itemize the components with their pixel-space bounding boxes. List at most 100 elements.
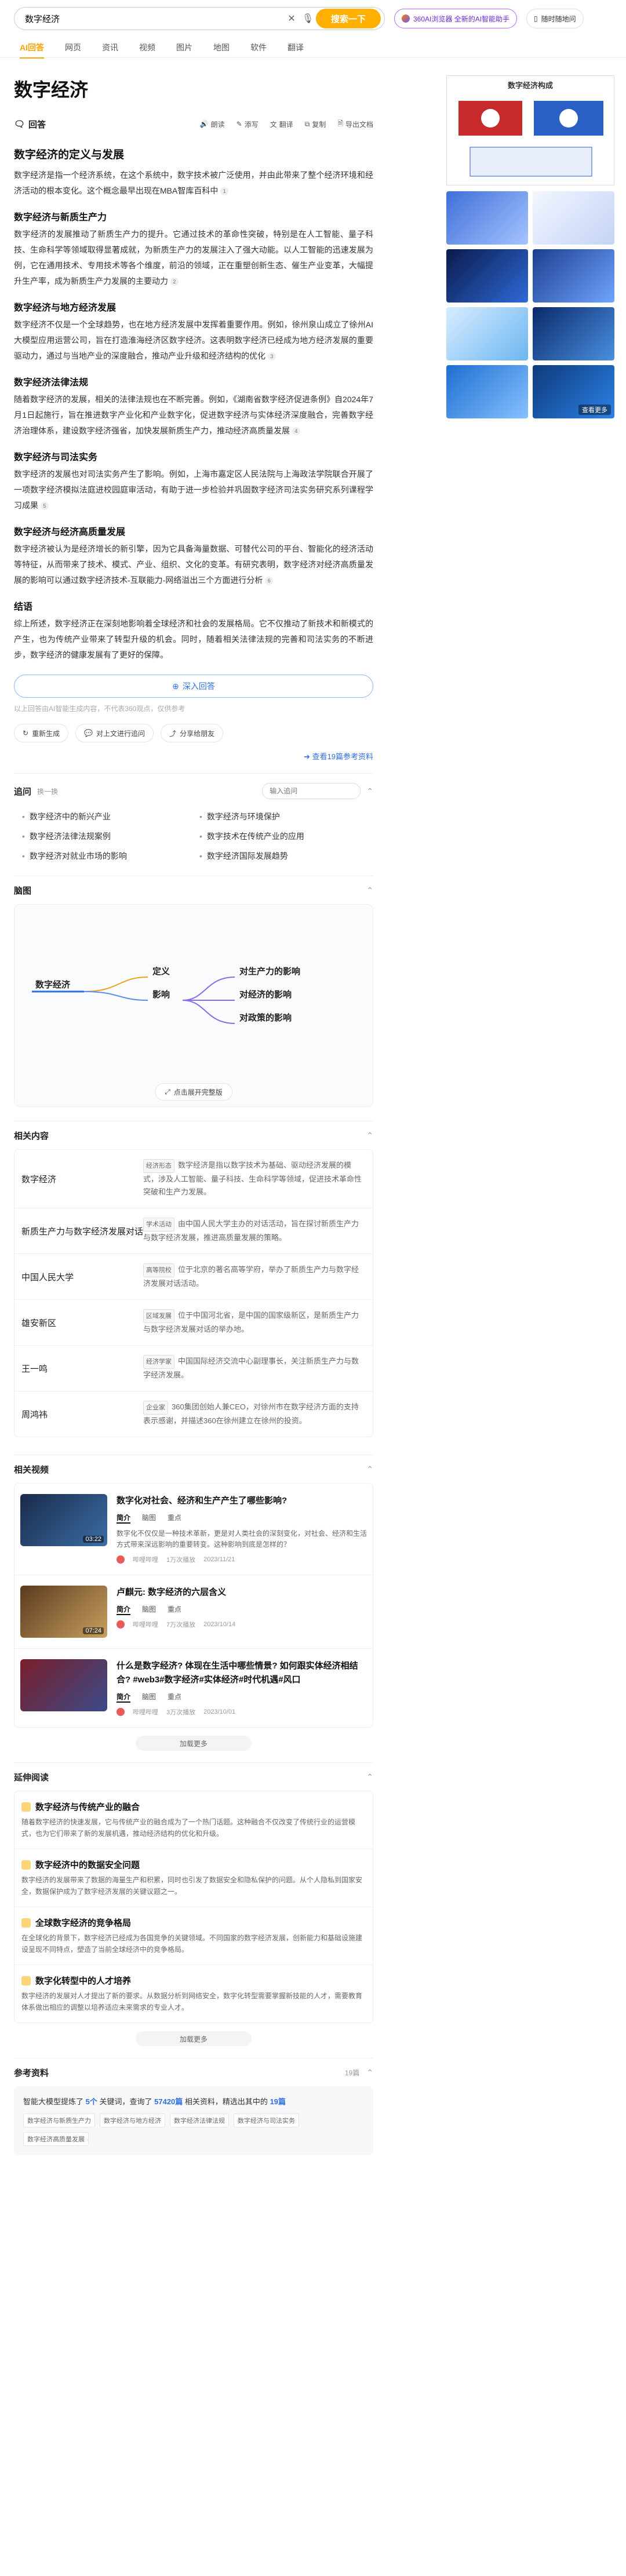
video-tab-mindmap[interactable]: 脑图 xyxy=(142,1692,156,1703)
citation-marker[interactable]: 6 xyxy=(265,577,274,585)
load-more-reading[interactable]: 加载更多 xyxy=(136,2031,252,2046)
related-row[interactable]: 新质生产力与数字经济发展对话 学术活动 由中国人民大学主办的对话活动，旨在探讨新质生… xyxy=(14,1208,373,1254)
followup-item[interactable]: 数字技术在传统产业的应用 xyxy=(199,830,365,842)
related-row[interactable]: 中国人民大学 高等院校 位于北京的著名高等学府，举办了新质生产力与数字经济发展对话活… xyxy=(14,1254,373,1300)
tab-news[interactable]: 资讯 xyxy=(102,42,118,53)
read-aloud-button[interactable]: 🔊 朗读 xyxy=(200,118,225,130)
extended-item[interactable]: 全球数字经济的竞争格局 在全球化的背景下，数字经济已经成为各国竞争的关键领域。不同… xyxy=(14,1907,373,1965)
side-image[interactable] xyxy=(533,249,614,303)
read-aloud-label: 朗读 xyxy=(210,120,225,129)
side-image[interactable]: 查看更多 xyxy=(533,365,614,418)
regenerate-button[interactable]: ↻ 重新生成 xyxy=(14,724,69,742)
export-button[interactable]: 🗎 导出文档 xyxy=(337,118,373,130)
citation-marker[interactable]: 1 xyxy=(220,187,229,196)
deep-answer-button[interactable]: ⊕ 深入回答 xyxy=(14,675,373,698)
video-tab-keypoints[interactable]: 重点 xyxy=(168,1604,181,1615)
tab-video[interactable]: 视频 xyxy=(139,42,155,53)
citation-marker[interactable]: 4 xyxy=(292,427,300,436)
extended-item[interactable]: 数字经济与传统产业的融合 随着数字经济的快速发展，它与传统产业的融合成为了一个热门… xyxy=(14,1791,373,1849)
tab-map[interactable]: 地图 xyxy=(213,42,230,53)
rewrite-button[interactable]: ✎ 添写 xyxy=(236,118,259,130)
section-heading: 数字经济法律法规 xyxy=(14,378,89,388)
followup-item[interactable]: 数字经济中的新兴产业 xyxy=(22,811,188,822)
video-tab-intro[interactable]: 简介 xyxy=(117,1692,131,1703)
source-avatar xyxy=(117,1555,125,1564)
side-image[interactable] xyxy=(533,191,614,245)
mobile-ask-button[interactable]: ▯ 随时随地问 xyxy=(526,9,584,28)
video-tab-mindmap[interactable]: 脑图 xyxy=(142,1513,156,1524)
collapse-icon[interactable]: ⌃ xyxy=(366,786,373,796)
followup-item[interactable]: 数字经济国际发展趋势 xyxy=(199,850,365,862)
side-image[interactable] xyxy=(446,307,528,360)
video-title[interactable]: 卢麒元: 数字经济的六层含义 xyxy=(117,1586,235,1599)
video-thumbnail[interactable]: 07:24 xyxy=(20,1586,107,1638)
extended-item[interactable]: 数字化转型中的人才培养 数字经济的发展对人才提出了新的要求。从数据分析到网络安全，… xyxy=(14,1965,373,2023)
video-views: 3万次播放 xyxy=(166,1709,196,1716)
video-tab-intro[interactable]: 简介 xyxy=(117,1513,131,1524)
clear-icon[interactable]: ✕ xyxy=(283,13,300,24)
search-box[interactable]: ✕ 🎙 搜索一下 xyxy=(14,7,385,30)
related-row[interactable]: 周鸿祎 企业家 360集团创始人兼CEO，对徐州市在数字经济方面的支持表示感谢，并描… xyxy=(14,1391,373,1437)
video-item[interactable]: 什么是数字经济? 体现在生活中哪些情景? 如何跟实体经济相结合? #web3#数… xyxy=(14,1649,373,1727)
citation-marker[interactable]: 3 xyxy=(267,352,276,361)
expand-mindmap-button[interactable]: ⤢ 点击展开完整版 xyxy=(155,1083,232,1101)
related-row[interactable]: 王一鸣 经济学家 中国国际经济交流中心副理事长，关注新质生产力与数字经济发展。 xyxy=(14,1346,373,1391)
video-thumbnail[interactable]: 03:22 xyxy=(20,1494,107,1546)
video-title[interactable]: 数字化对社会、经济和生产产生了哪些影响? xyxy=(117,1494,367,1508)
refs-chip[interactable]: 数字经济与地方经济 xyxy=(100,2114,165,2127)
translate-label: 翻译 xyxy=(279,120,293,129)
side-image[interactable] xyxy=(446,191,528,245)
video-title[interactable]: 什么是数字经济? 体现在生活中哪些情景? 如何跟实体经济相结合? #web3#数… xyxy=(117,1659,367,1687)
refs-chip[interactable]: 数字经济高质量发展 xyxy=(23,2132,89,2146)
side-image[interactable] xyxy=(533,307,614,360)
video-duration: 03:22 xyxy=(83,1536,104,1543)
follow-up-button[interactable]: 💬 对上文进行追问 xyxy=(75,724,154,742)
video-tab-intro[interactable]: 简介 xyxy=(117,1604,131,1615)
citation-marker[interactable]: 2 xyxy=(170,278,179,286)
ai-browser-promo[interactable]: 360AI浏览器 全新的AI智能助手 xyxy=(394,9,518,28)
side-more-link[interactable]: 查看更多 xyxy=(578,405,611,415)
followup-item[interactable]: 数字经济与环境保护 xyxy=(199,811,365,822)
deep-icon: ⊕ xyxy=(172,681,179,691)
video-item[interactable]: 07:24 卢麒元: 数字经济的六层含义 简介 脑图 重点 哔哩哔哩 7万次播放 202… xyxy=(14,1575,373,1649)
related-row[interactable]: 数字经济 经济形态 数字经济是指以数字技术为基础、驱动经济发展的模式，涉及人工智能、… xyxy=(14,1150,373,1208)
copy-button[interactable]: ⧉ 复制 xyxy=(305,118,326,130)
side-main-image[interactable]: 数字经济构成 xyxy=(446,75,614,185)
side-image[interactable] xyxy=(446,249,528,303)
extended-item[interactable]: 数字经济中的数据安全问题 数字经济的发展带来了数据的海量生产和积累，同时也引发了数… xyxy=(14,1849,373,1907)
video-item[interactable]: 03:22 数字化对社会、经济和生产产生了哪些影响? 简介 脑图 重点 数字化不仅仅… xyxy=(14,1484,373,1575)
side-image[interactable] xyxy=(446,365,528,418)
view-references-link[interactable]: ➜ 查看19篇参考资料 xyxy=(14,750,373,761)
search-input[interactable] xyxy=(25,13,283,24)
tab-web[interactable]: 网页 xyxy=(65,42,81,53)
tab-images[interactable]: 图片 xyxy=(176,42,192,53)
tab-translate[interactable]: 翻译 xyxy=(287,42,304,53)
share-button[interactable]: ⤴ 分享给朋友 xyxy=(161,724,224,742)
refs-chip[interactable]: 数字经济与新质生产力 xyxy=(23,2114,95,2127)
load-more-videos[interactable]: 加载更多 xyxy=(136,1736,252,1751)
followup-item[interactable]: 数字经济法律法规案例 xyxy=(22,830,188,842)
search-button[interactable]: 搜索一下 xyxy=(315,9,381,28)
collapse-icon[interactable]: ⌃ xyxy=(366,1772,373,1782)
refs-chip[interactable]: 数字经济法律法规 xyxy=(170,2114,229,2127)
video-views: 1万次播放 xyxy=(166,1557,196,1564)
video-tab-mindmap[interactable]: 脑图 xyxy=(142,1604,156,1615)
citation-marker[interactable]: 5 xyxy=(40,502,49,511)
collapse-icon[interactable]: ⌃ xyxy=(366,2068,373,2078)
followup-item[interactable]: 数字经济对就业市场的影响 xyxy=(22,850,188,862)
mindmap-canvas[interactable]: 数字经济 定义 影响 对生产力的影响 对经济的影响 对政策的影响 ⤢ 点击展开完整… xyxy=(14,904,373,1107)
translate-button[interactable]: 文翻译 xyxy=(270,118,293,130)
tab-software[interactable]: 软件 xyxy=(250,42,267,53)
related-row[interactable]: 雄安新区 区域发展 位于中国河北省，是中国的国家级新区，是新质生产力与数字经济发展对… xyxy=(14,1300,373,1346)
followup-input[interactable] xyxy=(262,783,361,799)
refs-chip[interactable]: 数字经济与司法实务 xyxy=(234,2114,299,2127)
refresh-suggestions[interactable]: 换一换 xyxy=(37,786,58,796)
video-thumbnail[interactable] xyxy=(20,1659,107,1711)
microphone-icon[interactable]: 🎙 xyxy=(300,13,316,24)
tab-ai[interactable]: AI回答 xyxy=(20,42,44,59)
video-tab-keypoints[interactable]: 重点 xyxy=(168,1692,181,1703)
collapse-icon[interactable]: ⌃ xyxy=(366,1464,373,1474)
video-tab-keypoints[interactable]: 重点 xyxy=(168,1513,181,1524)
collapse-icon[interactable]: ⌃ xyxy=(366,1131,373,1141)
collapse-icon[interactable]: ⌃ xyxy=(366,886,373,895)
